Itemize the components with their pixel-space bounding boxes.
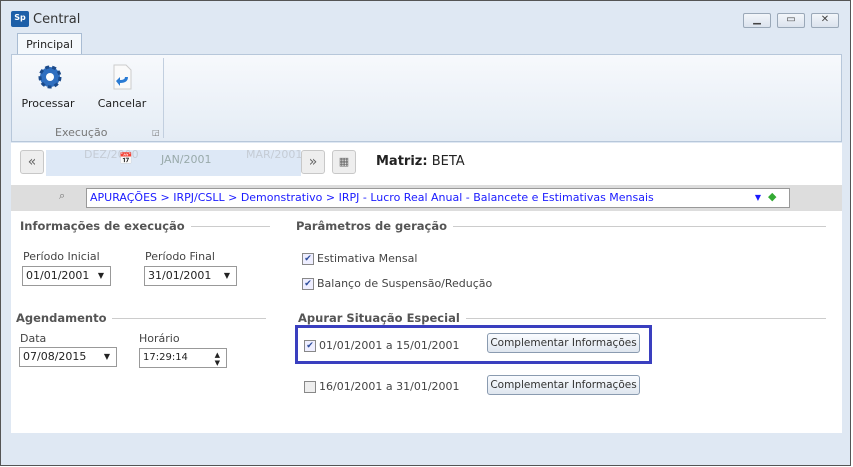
divider xyxy=(163,58,164,138)
estimativa-checkbox[interactable]: ✔ Estimativa Mensal xyxy=(302,252,417,265)
ribbon: Processar Cancelar Execução ◲ xyxy=(11,54,842,142)
data-select[interactable]: 07/08/2015 ▼ xyxy=(19,347,117,367)
close-button[interactable]: ✕ xyxy=(811,13,839,28)
cancelar-button[interactable]: Cancelar xyxy=(92,63,152,110)
section-exec: Informações de execução xyxy=(20,219,270,233)
window: Sp Central ▁ ▭ ✕ Principal Processar Can… xyxy=(0,0,851,466)
section-params: Parâmetros de geração xyxy=(296,219,826,233)
breadcrumb-bar: ⌕ APURAÇÕES > IRPJ/CSLL > Demonstrativo … xyxy=(11,185,842,211)
matriz: Matriz: BETA xyxy=(376,154,465,169)
next-period-button[interactable]: » xyxy=(301,150,325,174)
calendar-button[interactable]: ▦ xyxy=(332,150,356,174)
content-panel: « DEZ/2000 📅 JAN/2001 MAR/2001 » ▦ Matri… xyxy=(11,143,842,433)
app-logo: Sp xyxy=(11,11,29,27)
dialog-launcher-icon[interactable]: ◲ xyxy=(152,128,160,137)
horario-spinner[interactable]: 17:29:14 ▲ ▼ xyxy=(139,348,227,368)
section-especial: Apurar Situação Especial xyxy=(298,311,826,325)
checkbox-icon: ✔ xyxy=(302,277,314,290)
periodo1-checkbox[interactable]: ✔ 01/01/2001 a 15/01/2001 xyxy=(304,339,460,352)
binoculars-icon: ⌕ xyxy=(59,189,66,202)
minimize-button[interactable]: ▁ xyxy=(743,13,771,28)
periodo2-checkbox[interactable]: 16/01/2001 a 31/01/2001 xyxy=(304,380,460,393)
gear-icon xyxy=(34,63,62,91)
calendar-icon: 📅 xyxy=(119,152,133,165)
periodo-inicial-select[interactable]: 01/01/2001 ▼ xyxy=(22,266,111,286)
breadcrumb-select[interactable]: APURAÇÕES > IRPJ/CSLL > Demonstrativo > … xyxy=(86,188,790,208)
period-strip[interactable]: DEZ/2000 📅 JAN/2001 MAR/2001 xyxy=(46,148,302,176)
label-final: Período Final xyxy=(145,250,215,263)
group-label: Execução xyxy=(55,126,108,139)
label-horario: Horário xyxy=(139,332,180,345)
label-data: Data xyxy=(20,332,47,345)
complementar-button-2[interactable]: Complementar Informações xyxy=(487,375,640,395)
maximize-button[interactable]: ▭ xyxy=(777,13,805,28)
prev-period-button[interactable]: « xyxy=(20,150,44,174)
eraser-icon[interactable]: ◆ xyxy=(768,190,776,203)
complementar-button-1[interactable]: Complementar Informações xyxy=(487,333,640,353)
section-agendamento: Agendamento xyxy=(16,311,266,325)
window-title: Central xyxy=(33,12,81,27)
checkbox-icon: ✔ xyxy=(302,252,314,265)
periodo-final-select[interactable]: 31/01/2001 ▼ xyxy=(144,266,237,286)
tab-principal[interactable]: Principal xyxy=(17,33,82,55)
processar-button[interactable]: Processar xyxy=(18,63,78,110)
cancel-document-icon xyxy=(108,63,136,91)
balanco-checkbox[interactable]: ✔ Balanço de Suspensão/Redução xyxy=(302,277,492,290)
label-inicial: Período Inicial xyxy=(23,250,100,263)
checkbox-icon: ✔ xyxy=(304,339,316,352)
